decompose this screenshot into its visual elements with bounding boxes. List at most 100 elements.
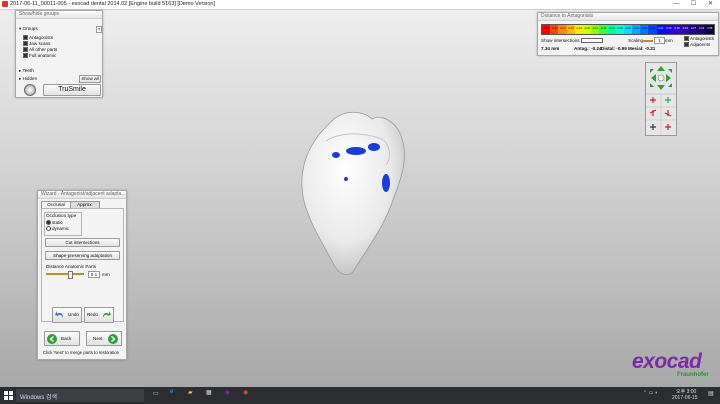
group-item-antagonists[interactable]: Antagonists bbox=[23, 35, 53, 41]
color-scale-tick: -0.13 bbox=[608, 27, 615, 30]
exocad-logo: exocad bbox=[632, 350, 702, 373]
contact-area-icon bbox=[368, 143, 380, 151]
rotate-down-icon bbox=[657, 85, 665, 90]
color-scale-cell: -0.09 bbox=[615, 25, 624, 34]
adjacents-label: Adjacents bbox=[690, 42, 711, 47]
color-scale: -0.45 -0.41 -0.37 -0.33 -0.29 -0.25 -0.21 -0.17… bbox=[541, 24, 715, 35]
tooth-crown-icon bbox=[301, 111, 405, 275]
clock-date[interactable]: 2017-06-15 bbox=[672, 395, 698, 401]
file-explorer-icon[interactable]: ▰ bbox=[188, 389, 193, 396]
view-left-icon bbox=[649, 109, 657, 116]
search-placeholder: Windows 검색 bbox=[20, 395, 58, 401]
windows-start-icon[interactable] bbox=[4, 391, 13, 400]
rotate-right-icon bbox=[666, 74, 671, 82]
color-scale-tick: 0.27 bbox=[690, 27, 696, 30]
static-radio[interactable]: static bbox=[46, 220, 63, 226]
scaling-slider[interactable] bbox=[643, 40, 653, 42]
hint-text: Click 'Next' to merge parts to restorati… bbox=[43, 350, 120, 355]
redo-icon bbox=[103, 311, 111, 318]
undo-label: Undo bbox=[68, 312, 79, 317]
tab-occlusal[interactable]: Occlusal bbox=[41, 201, 71, 208]
color-scale-tick: -0.33 bbox=[567, 27, 574, 30]
adjacents-checkbox[interactable]: Adjacents bbox=[684, 42, 711, 48]
group-item-label: All other parts bbox=[29, 47, 58, 52]
teeth-section[interactable]: ▸ Teeth bbox=[19, 68, 34, 74]
show-all-button[interactable]: Show all bbox=[79, 75, 101, 83]
tab-approx[interactable]: Approx. bbox=[70, 201, 100, 208]
color-scale-cell: 0.07 bbox=[648, 25, 657, 34]
app-taskbar-icon[interactable]: ◉ bbox=[243, 389, 248, 396]
color-scale-tick: 0.15 bbox=[666, 27, 672, 30]
show-intersections-checkbox[interactable]: Show intersections bbox=[541, 38, 604, 44]
exocad-taskbar-icon[interactable]: ◉ bbox=[225, 389, 230, 396]
antag-value: Antag.: -0.24 bbox=[574, 46, 602, 51]
color-scale-cell: -0.41 bbox=[550, 25, 559, 34]
groups-label: Groups bbox=[22, 26, 38, 31]
occlusion-type-label: Occlusion type bbox=[46, 213, 77, 218]
scaling-unit: mm bbox=[665, 38, 673, 43]
color-scale-tick: 0.07 bbox=[650, 27, 656, 30]
dynamic-label: dynamic bbox=[52, 226, 70, 231]
view-bottom-icon bbox=[665, 124, 671, 130]
color-scale-cell: -0.05 bbox=[623, 25, 633, 34]
undo-button[interactable]: Undo bbox=[52, 307, 82, 323]
rotate-ur-icon bbox=[668, 69, 672, 73]
edge-icon[interactable]: e bbox=[170, 389, 173, 395]
trusmile-button[interactable]: TruSmile bbox=[43, 84, 101, 96]
color-scale-tick: 0.23 bbox=[682, 27, 688, 30]
next-button[interactable]: Next bbox=[86, 331, 122, 346]
tooth-library-icon[interactable] bbox=[24, 84, 36, 96]
hidden-section[interactable]: ▸ Hidden bbox=[19, 76, 37, 82]
color-scale-cell: -0.37 bbox=[558, 25, 567, 34]
color-scale-tick: -0.25 bbox=[584, 27, 590, 30]
scaling-input[interactable]: 1 bbox=[654, 37, 665, 44]
group-item-full-anatomic[interactable]: Full anatomic bbox=[23, 53, 56, 59]
slider-thumb[interactable] bbox=[68, 271, 73, 279]
tray-icons[interactable]: ⌃ ▭ ◗ bbox=[643, 390, 658, 396]
color-scale-tick: 0.35 bbox=[707, 27, 713, 30]
view-back-icon bbox=[665, 97, 671, 103]
tooth-model-viewport[interactable] bbox=[290, 105, 420, 280]
dynamic-radio[interactable]: dynamic bbox=[46, 226, 70, 232]
color-scale-tick: -0.45 bbox=[543, 27, 550, 30]
maximize-button[interactable]: ☐ bbox=[685, 0, 702, 9]
distance-panel: Distance to Antagonists -0.45 -0.41 -0.37-… bbox=[537, 12, 719, 56]
color-scale-cell: 0.35 bbox=[705, 25, 714, 34]
panel-title: Distance to Antagonists bbox=[538, 13, 718, 21]
distal-value: Distal: -0.99 bbox=[601, 46, 627, 51]
help-button[interactable]: ? bbox=[96, 26, 102, 33]
group-item-jaw-scans[interactable]: Jaw scans bbox=[23, 41, 50, 47]
close-button[interactable]: ✕ bbox=[702, 0, 719, 9]
fraunhofer-logo: Fraunhofer bbox=[677, 372, 709, 378]
notifications-icon[interactable]: ▤ bbox=[708, 390, 714, 397]
clock-time[interactable]: 오후 3:00 bbox=[676, 388, 696, 395]
minimize-button[interactable]: — bbox=[668, 0, 685, 9]
color-scale-cell: 0.03 bbox=[640, 25, 649, 34]
panel-title: Show/hide groups bbox=[16, 11, 102, 19]
next-label: Next bbox=[93, 336, 103, 341]
rotate-dr-icon bbox=[668, 83, 672, 87]
distance-label: Distance Anatomic Parts bbox=[46, 264, 97, 269]
back-button[interactable]: Back bbox=[44, 331, 80, 346]
distance-slider[interactable] bbox=[46, 273, 84, 275]
cut-intersections-button[interactable]: Cut intersections bbox=[45, 238, 120, 247]
color-scale-tick: -0.05 bbox=[625, 27, 631, 30]
show-intersections-label: Show intersections bbox=[541, 38, 580, 43]
groups-section[interactable]: ▾ Groups bbox=[19, 26, 38, 32]
redo-button[interactable]: Redo bbox=[84, 307, 114, 323]
color-scale-cell: -0.33 bbox=[566, 25, 575, 34]
group-item-all-other-parts[interactable]: All other parts bbox=[23, 47, 58, 53]
distance-input[interactable]: 0.1 bbox=[88, 271, 100, 278]
back-arrow-icon bbox=[47, 333, 57, 344]
store-icon[interactable]: ▦ bbox=[206, 389, 212, 396]
color-scale-cell: 0.23 bbox=[681, 25, 690, 34]
color-scale-tick: 0.19 bbox=[674, 27, 680, 30]
search-box[interactable]: Windows 검색 bbox=[16, 389, 144, 402]
antagonists-checkbox[interactable]: Antagonists bbox=[684, 36, 714, 42]
task-view-icon[interactable]: ▭ bbox=[153, 390, 159, 397]
shape-preserving-button[interactable]: Shape-preserving adaptation bbox=[45, 251, 120, 260]
window-title: 2017-06-11_00011-005 - exocad dental 201… bbox=[10, 1, 215, 7]
color-scale-cell: -0.45 bbox=[542, 25, 551, 34]
view-navigation-icons[interactable] bbox=[646, 63, 676, 135]
color-scale-tick: -0.17 bbox=[600, 27, 607, 30]
